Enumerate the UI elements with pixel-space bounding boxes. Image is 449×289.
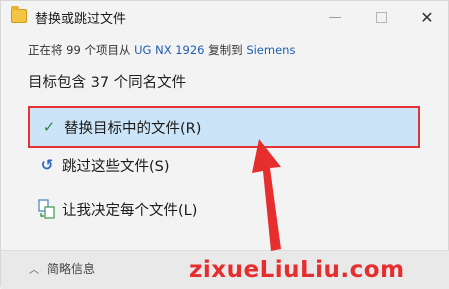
red-arrow-annotation (252, 139, 281, 251)
watermark-text: zixueLiuLiu.com (189, 257, 405, 283)
replace-or-skip-dialog: 替换或跳过文件 — ✕ 正在将 99 个项目从 UG NX 1926 复制到 S… (0, 0, 449, 289)
